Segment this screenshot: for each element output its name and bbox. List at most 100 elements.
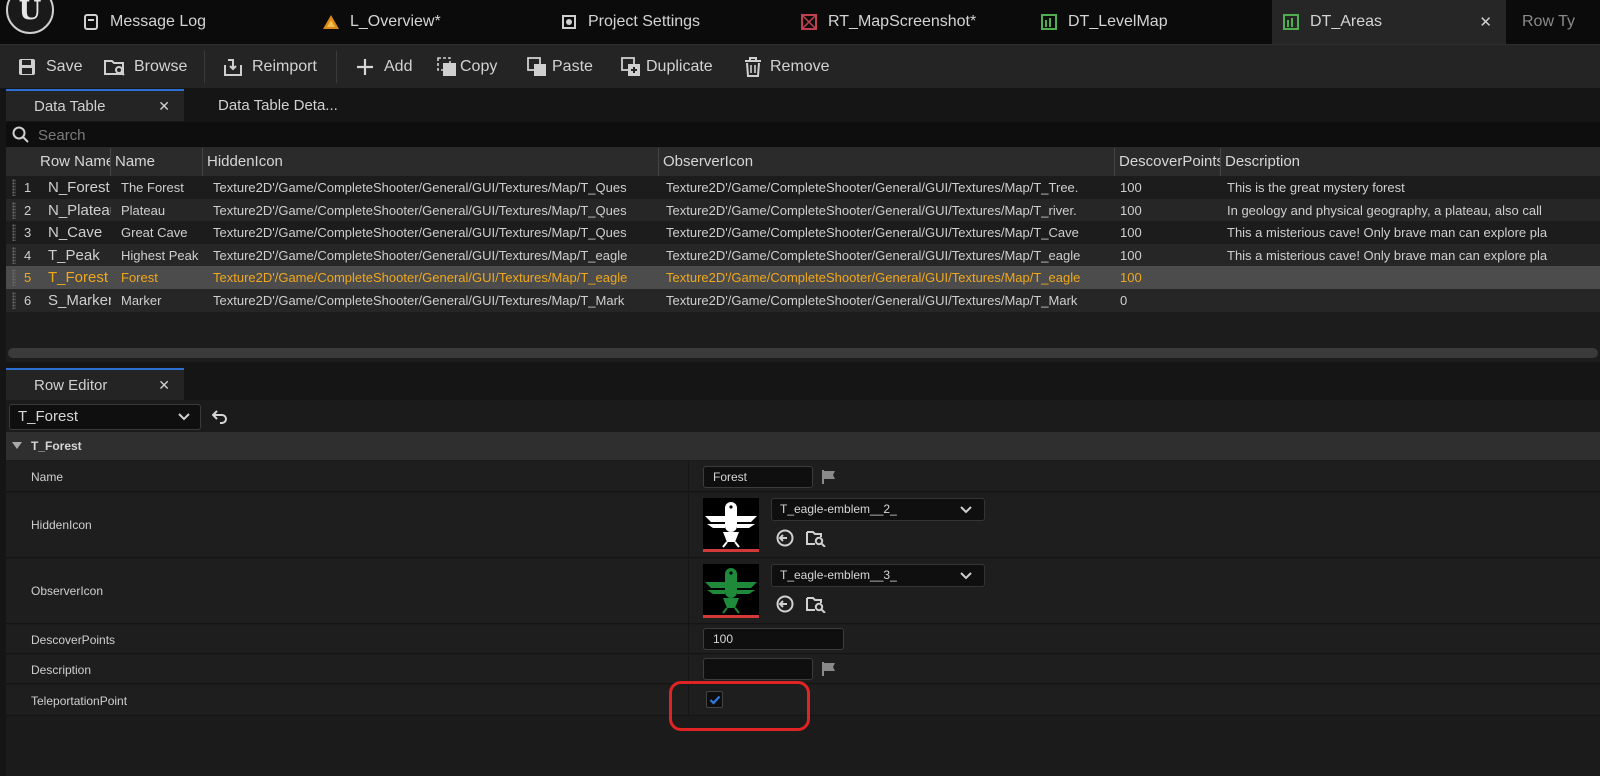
descover-points-cell: 0: [1120, 293, 1128, 308]
reimport-button[interactable]: Reimport: [222, 45, 317, 89]
tab-data-table-details[interactable]: Data Table Deta...: [218, 89, 398, 121]
description-cell: [1227, 266, 1600, 289]
property-label: Name: [31, 470, 64, 484]
drag-handle-icon[interactable]: [12, 201, 16, 219]
descover-points-cell: 100: [1120, 225, 1142, 241]
close-tab-icon[interactable]: ✕: [158, 377, 170, 394]
tab-label: Row Editor: [34, 376, 108, 394]
observer-icon-asset-picker[interactable]: T_eagle-emblem__3_: [771, 564, 985, 587]
descover-points-input[interactable]: 100: [703, 628, 844, 650]
use-selected-asset-icon[interactable]: [776, 595, 794, 616]
save-label: Save: [46, 58, 83, 75]
observer-icon-cell: Texture2D'/Game/CompleteShooter/General/…: [666, 202, 1077, 218]
save-button[interactable]: Save: [16, 45, 82, 89]
annotation-highlight: [669, 681, 810, 731]
tab-project-settings[interactable]: Project Settings: [560, 0, 750, 44]
descover-points-cell: 100: [1120, 180, 1142, 195]
search-input[interactable]: [36, 124, 1536, 146]
close-tab-icon[interactable]: ✕: [1479, 13, 1492, 31]
table-row[interactable]: 6 S_Marker Marker Texture2D'/Game/CompleteS…: [6, 289, 1600, 312]
tab-label: Data Table Deta...: [218, 96, 338, 114]
localization-flag-icon[interactable]: [821, 469, 837, 488]
column-header-observer-icon[interactable]: ObserverIcon: [659, 148, 1115, 176]
tab-l-overview[interactable]: L_Overview*: [322, 0, 492, 44]
add-button[interactable]: Add: [354, 45, 412, 89]
localization-flag-icon[interactable]: [821, 661, 837, 680]
table-row[interactable]: 2 N_Plateau Plateau Texture2D'/Game/Complet…: [6, 198, 1600, 222]
tab-message-log[interactable]: Message Log: [82, 0, 232, 44]
browse-button[interactable]: Browse: [104, 45, 187, 89]
property-label: TeleportationPoint: [31, 694, 128, 708]
asset-picker-value: T_eagle-emblem__2_: [780, 502, 897, 516]
row-name-cell: T_Peak: [48, 246, 100, 264]
hidden-icon-thumbnail[interactable]: [703, 498, 759, 552]
column-header-descover-points[interactable]: DescoverPoints: [1115, 148, 1221, 176]
browse-asset-icon[interactable]: [806, 529, 826, 550]
table-row[interactable]: 5 T_Forest Forest Texture2D'/Game/CompleteS…: [6, 266, 1600, 290]
toolbar-divider: [204, 51, 205, 83]
remove-button[interactable]: Remove: [742, 45, 830, 89]
paste-button[interactable]: Paste: [526, 45, 593, 89]
chevron-down-icon: [960, 499, 972, 527]
duplicate-button[interactable]: Duplicate: [620, 45, 713, 89]
table-row[interactable]: 4 T_Peak Highest Peak Texture2D'/Game/Compl…: [6, 243, 1600, 267]
property-label: HiddenIcon: [31, 518, 92, 532]
tab-rt-mapscreenshot[interactable]: RT_MapScreenshot*: [800, 0, 1000, 44]
drag-handle-icon[interactable]: [12, 224, 16, 242]
property-row-descover-points: DescoverPoints 100: [6, 625, 1600, 654]
message-log-icon: [82, 13, 100, 31]
row-selector-value: T_Forest: [18, 408, 79, 425]
table-row[interactable]: 3 N_Cave Great Cave Texture2D'/Game/Complet…: [6, 221, 1600, 245]
tab-data-table[interactable]: Data Table ✕: [6, 89, 184, 121]
expand-arrow-icon[interactable]: [12, 442, 22, 449]
drag-handle-icon[interactable]: [12, 292, 16, 309]
hidden-icon-cell: Texture2D'/Game/CompleteShooter/General/…: [213, 247, 628, 263]
hidden-icon-cell: Texture2D'/Game/CompleteShooter/General/…: [213, 202, 627, 218]
observer-icon-thumbnail[interactable]: [703, 564, 759, 618]
use-selected-asset-icon[interactable]: [776, 529, 794, 550]
unreal-logo-icon[interactable]: U: [6, 0, 54, 34]
drag-handle-icon[interactable]: [12, 246, 16, 264]
row-selector-dropdown[interactable]: T_Forest: [9, 404, 201, 430]
property-row-name: Name Forest: [6, 461, 1600, 492]
copy-button[interactable]: Copy: [436, 45, 497, 89]
row-index: 1: [24, 180, 32, 195]
category-header[interactable]: T_Forest: [6, 432, 1600, 460]
tab-row-editor[interactable]: Row Editor ✕: [6, 368, 184, 400]
reset-arrow-icon[interactable]: [211, 408, 228, 427]
drag-handle-icon[interactable]: [12, 269, 16, 287]
browse-label: Browse: [134, 58, 188, 75]
hidden-icon-asset-picker[interactable]: T_eagle-emblem__2_: [771, 498, 985, 521]
save-icon: [16, 56, 38, 78]
data-table-icon: [1040, 13, 1058, 31]
drag-handle-icon[interactable]: [12, 179, 16, 196]
tab-row-type[interactable]: Row Ty: [1522, 0, 1600, 44]
close-tab-icon[interactable]: ✕: [158, 98, 170, 115]
row-name-cell: T_Forest: [48, 269, 109, 287]
tab-dt-areas[interactable]: DT_Areas ✕: [1272, 0, 1506, 44]
row-index: 6: [24, 293, 32, 308]
browse-asset-icon[interactable]: [806, 595, 826, 616]
name-cell: The Forest: [121, 180, 184, 195]
table-row[interactable]: 1 N_Forest The Forest Texture2D'/Game/Compl…: [6, 176, 1600, 199]
column-header-hidden-icon[interactable]: HiddenIcon: [203, 148, 659, 176]
document-tab-bar: U Message Log L_Overview* Project Settin…: [0, 0, 1600, 44]
property-row-description: Description: [6, 655, 1600, 684]
descover-points-cell: 100: [1120, 270, 1142, 286]
table-header: Row Name Name HiddenIcon ObserverIcon De…: [6, 148, 1600, 176]
tab-dt-levelmap[interactable]: DT_LevelMap: [1040, 0, 1230, 44]
property-row-hidden-icon: HiddenIcon T_eagle-emblem__2_: [6, 493, 1600, 558]
name-text-field[interactable]: Forest: [703, 466, 813, 488]
horizontal-scrollbar[interactable]: [8, 348, 1598, 358]
tab-label: DT_LevelMap: [1068, 13, 1168, 30]
column-header-name[interactable]: Name: [111, 148, 203, 176]
column-header-description[interactable]: Description: [1221, 148, 1600, 176]
data-table-panel: Row Name Name HiddenIcon ObserverIcon De…: [6, 122, 1600, 362]
settings-icon: [560, 13, 578, 31]
description-text-field[interactable]: [703, 658, 813, 680]
paste-label: Paste: [552, 58, 593, 75]
column-header-row-name[interactable]: Row Name: [36, 148, 111, 176]
observer-icon-cell: Texture2D'/Game/CompleteShooter/General/…: [666, 225, 1079, 241]
copy-icon: [436, 56, 458, 78]
observer-icon-cell: Texture2D'/Game/CompleteShooter/General/…: [666, 247, 1081, 263]
